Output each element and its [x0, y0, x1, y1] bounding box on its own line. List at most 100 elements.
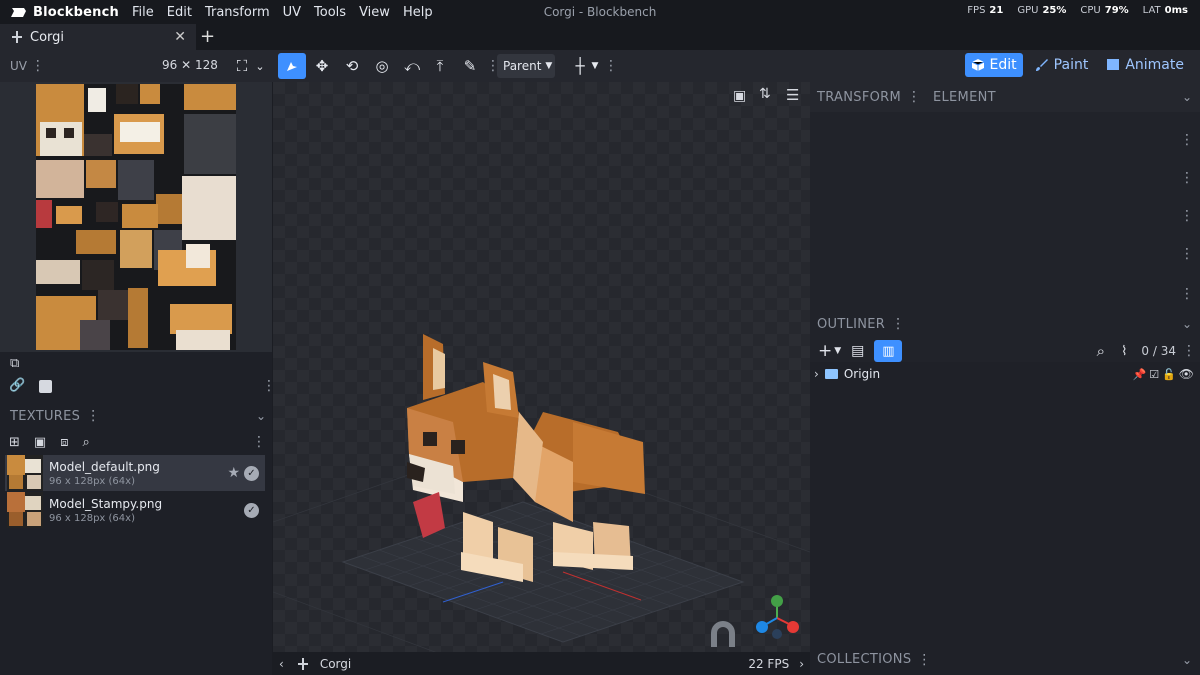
cube-icon	[971, 59, 984, 71]
texture-item[interactable]: Model_default.png 96 x 128px (64x) ★ ✓	[5, 455, 265, 491]
move-tool-button[interactable]	[278, 53, 306, 79]
model-icon	[297, 657, 308, 670]
add-group-icon[interactable]: ▤	[851, 343, 864, 359]
texture-tools-more-icon[interactable]: ⋮	[252, 434, 266, 450]
brush-icon	[1035, 59, 1048, 71]
latency-stat: LAT 0ms	[1142, 5, 1188, 16]
image-icon[interactable]: ▣	[733, 88, 746, 104]
tab-bar: Corgi ✕ +	[0, 24, 1200, 50]
add-icon[interactable]: +	[818, 341, 832, 361]
mode-paint[interactable]: Paint	[1029, 53, 1095, 77]
model-icon	[12, 31, 22, 43]
cpu-stat: CPU 79%	[1080, 5, 1129, 16]
outliner-toolbar: + ▼ ▤ ▥ ⌕ ⌇ 0 / 34 ⋮	[810, 338, 1200, 364]
toolbar: UV ⋮ 96 ✕ 128 ⛶ ⌄ ✥ ⟲ ◎ ⤺ ⤒ ✎ ⋮ Parent ▼ …	[0, 50, 1200, 82]
chevron-left-icon[interactable]: ‹	[279, 657, 284, 671]
gpu-stat: GPU 25%	[1017, 5, 1067, 16]
check-icon[interactable]: ✓	[244, 502, 259, 518]
more-icon[interactable]: ⋮	[1180, 246, 1194, 262]
outliner-count: 0 / 34	[1141, 344, 1176, 358]
more-icon[interactable]: ⋮	[1180, 208, 1194, 224]
outliner-item[interactable]: › Origin 📌 ☑ 🔓 👁	[810, 362, 1200, 386]
3d-viewport[interactable]: ▣ ⇅ ☰	[273, 82, 810, 652]
sort-icon[interactable]: ⇅	[759, 86, 771, 102]
texture-thumbnail	[7, 492, 43, 528]
outliner-more-icon[interactable]: ⋮	[1182, 343, 1196, 359]
collapse-icon[interactable]: ⌄	[1182, 90, 1192, 104]
add-texture-icon[interactable]: ⊞	[9, 435, 20, 450]
chevron-right-icon[interactable]: ›	[799, 657, 804, 671]
eye-icon[interactable]: 👁	[1179, 367, 1194, 381]
title-bar: Blockbench File Edit Transform UV Tools …	[0, 0, 1200, 24]
close-tab-icon[interactable]: ✕	[174, 29, 186, 45]
pivot-dropdown-icon[interactable]: ▼	[586, 53, 604, 79]
outliner-list: › Origin 📌 ☑ 🔓 👁	[810, 362, 1200, 650]
menu-icon[interactable]: ☰	[786, 86, 799, 104]
more-icon[interactable]: ⋮	[1180, 132, 1194, 148]
texture-item[interactable]: Model_Stampy.png 96 x 128px (64x) ✓	[5, 492, 265, 528]
collapse-icon[interactable]: ⌄	[1182, 317, 1192, 331]
checkbox-icon[interactable]: ☑	[1149, 368, 1159, 381]
transform-menu-icon[interactable]: ⋮	[907, 89, 921, 105]
outliner-header: OUTLINER ⋮ ⌄	[810, 310, 1200, 338]
mode-animate[interactable]: Animate	[1100, 53, 1190, 77]
paint-brush-icon[interactable]: ✎	[456, 53, 484, 79]
images-icon[interactable]: ⧈	[60, 435, 68, 450]
check-icon[interactable]: ✓	[244, 465, 259, 481]
texture-tools: ⊞ ▣ ⧈ ⌕ ⋮	[0, 430, 272, 454]
uv-fill-icon[interactable]	[39, 380, 52, 393]
pointer-icon	[287, 62, 297, 71]
search-icon[interactable]: ⌕	[1097, 342, 1105, 360]
tab-label: Corgi	[30, 29, 65, 45]
project-tab[interactable]: Corgi ✕	[0, 24, 196, 50]
outliner-menu-icon[interactable]: ⋮	[891, 316, 905, 332]
translate-icon[interactable]: ✥	[308, 53, 336, 79]
uv-panel-label: UV ⋮	[10, 58, 45, 74]
pin-icon[interactable]: 📌	[1132, 368, 1146, 381]
textures-menu-icon[interactable]: ⋮	[86, 408, 100, 424]
paperclip-icon[interactable]: ⌇	[1121, 344, 1127, 359]
link-icon[interactable]: 🔗	[9, 378, 25, 393]
collections-header: COLLECTIONS ⋮ ⌄	[810, 644, 1200, 675]
toggle-details-icon[interactable]: ▥	[874, 340, 903, 362]
collapse-icon[interactable]: ⌄	[1182, 653, 1192, 667]
status-bar: ‹ Corgi 22 FPS ›	[273, 652, 810, 675]
collections-menu-icon[interactable]: ⋮	[917, 652, 931, 668]
vertex-snap-icon[interactable]: ⤺	[398, 53, 426, 79]
new-tab-button[interactable]: +	[200, 26, 215, 47]
viewport-scene	[273, 82, 810, 652]
chevron-down-icon[interactable]: ⌄	[250, 53, 270, 79]
rotate-icon[interactable]: ⟲	[338, 53, 366, 79]
toolbar-more-icon-2[interactable]: ⋮	[604, 58, 618, 74]
mode-edit[interactable]: Edit	[964, 53, 1023, 77]
uv-editor[interactable]	[0, 82, 272, 352]
uv-texture-preview	[36, 84, 236, 350]
resize-icon[interactable]: ⤒	[426, 53, 454, 79]
texture-meta: 96 x 128px (64x)	[49, 512, 135, 524]
textures-title: TEXTURES	[10, 408, 81, 424]
texture-name: Model_Stampy.png	[49, 496, 163, 511]
performance-stats: FPS 21 GPU 25% CPU 79% LAT 0ms	[967, 5, 1188, 16]
tab-element[interactable]: ELEMENT	[933, 90, 996, 105]
transform-space-select[interactable]: Parent ▼	[497, 54, 555, 78]
dropdown-arrow-icon: ▼	[545, 61, 553, 71]
chevron-down-icon[interactable]: ▼	[834, 346, 841, 356]
uv-size: 96 ✕ 128	[162, 58, 218, 72]
more-icon[interactable]: ⋮	[1180, 170, 1194, 186]
copy-uv-icon[interactable]: ⧉	[10, 356, 19, 371]
fps-counter: 22 FPS	[748, 656, 790, 671]
tab-transform[interactable]: TRANSFORM	[817, 90, 901, 105]
expand-arrow-icon[interactable]: ›	[814, 367, 819, 381]
pivot-icon[interactable]: ◎	[368, 53, 396, 79]
uv-tools: ⧉ 🔗 ⋮	[0, 352, 276, 402]
collections-title: COLLECTIONS	[817, 652, 912, 667]
image-icon[interactable]: ▣	[34, 435, 46, 450]
mode-switcher: Edit Paint Animate	[964, 53, 1190, 77]
film-icon	[1107, 59, 1120, 70]
search-icon[interactable]: ⌕	[82, 435, 89, 450]
lock-icon[interactable]: 🔓	[1162, 368, 1176, 381]
star-icon[interactable]: ★	[227, 465, 240, 481]
texture-meta: 96 x 128px (64x)	[49, 475, 135, 487]
more-icon[interactable]: ⋮	[1180, 286, 1194, 302]
collapse-icon[interactable]: ⌄	[256, 409, 266, 423]
